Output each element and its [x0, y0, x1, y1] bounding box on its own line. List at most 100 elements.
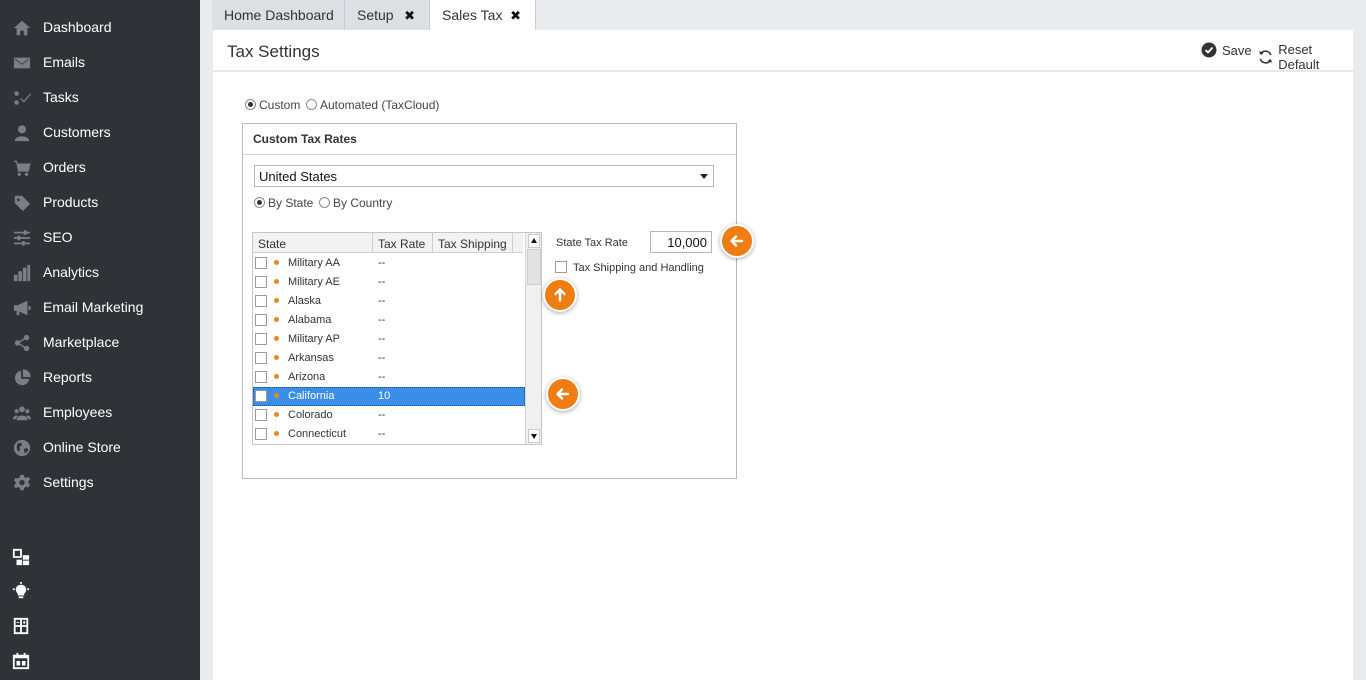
table-row[interactable]: Connecticut -- [253, 425, 525, 444]
sidebar-item-analytics[interactable]: Analytics [0, 255, 200, 290]
row-state: Arkansas [288, 352, 334, 364]
scroll-up-icon[interactable] [528, 234, 540, 248]
by-country-radio[interactable] [319, 197, 330, 209]
panel-title: Custom Tax Rates [253, 132, 357, 146]
callout-arrow-left-icon [720, 224, 754, 258]
tab-sales-tax[interactable]: Sales Tax ✖ [430, 0, 536, 30]
sidebar-item-settings[interactable]: Settings [0, 465, 200, 500]
lightbulb-icon[interactable] [11, 581, 31, 601]
status-dot-icon [274, 279, 279, 284]
sidebar-item-label: Emails [43, 54, 86, 70]
by-state-radio[interactable] [254, 197, 265, 209]
row-checkbox[interactable] [255, 276, 267, 288]
row-checkbox[interactable] [255, 257, 267, 269]
sidebar-item-online-store[interactable]: Online Store [0, 430, 200, 465]
person-icon [12, 123, 32, 143]
sidebar-item-orders[interactable]: Orders [0, 150, 200, 185]
table-row[interactable]: Alabama -- [253, 311, 525, 330]
mode-automated-option[interactable]: Automated (TaxCloud) [306, 96, 439, 112]
sidebar-item-email-marketing[interactable]: Email Marketing [0, 290, 200, 325]
status-dot-icon [274, 431, 279, 436]
scroll-down-icon[interactable] [528, 429, 540, 443]
grid-scrollbar[interactable] [525, 233, 541, 444]
sidebar-item-label: Tasks [43, 89, 79, 105]
custom-radio[interactable] [245, 99, 256, 111]
sidebar-item-label: SEO [43, 229, 73, 245]
by-state-option[interactable]: By State [254, 194, 313, 210]
table-row[interactable]: Military AE -- [253, 273, 525, 292]
tab-label: Home Dashboard [224, 7, 334, 23]
table-row[interactable]: Military AP -- [253, 330, 525, 349]
sidebar-item-products[interactable]: Products [0, 185, 200, 220]
row-state: Alaska [288, 295, 322, 307]
sidebar-item-tasks[interactable]: Tasks [0, 80, 200, 115]
sidebar-item-reports[interactable]: Reports [0, 360, 200, 395]
mode-custom-option[interactable]: Custom [245, 96, 300, 112]
group-icon [12, 403, 32, 423]
sidebar-item-employees[interactable]: Employees [0, 395, 200, 430]
sidebar-item-customers[interactable]: Customers [0, 115, 200, 150]
sidebar-item-marketplace[interactable]: Marketplace [0, 325, 200, 360]
sidebar-item-emails[interactable]: Emails [0, 45, 200, 80]
row-rate: -- [378, 314, 386, 326]
row-checkbox[interactable] [255, 333, 267, 345]
tab-label: Sales Tax [442, 7, 503, 23]
tab-home-dashboard[interactable]: Home Dashboard [212, 0, 345, 30]
check-circle-icon [1201, 42, 1217, 58]
row-checkbox[interactable] [255, 371, 267, 383]
table-row[interactable]: Military AA -- [253, 254, 525, 273]
row-rate: -- [378, 295, 386, 307]
callout-arrow-left-icon [546, 377, 580, 411]
table-row[interactable]: Arkansas -- [253, 349, 525, 368]
calendar-icon[interactable] [11, 651, 31, 671]
calculator-icon[interactable] [11, 616, 31, 636]
by-state-label: By State [268, 195, 314, 210]
tax-shipping-checkbox[interactable] [555, 261, 567, 273]
row-checkbox[interactable] [255, 352, 267, 364]
country-select[interactable]: United States [254, 165, 714, 187]
status-dot-icon [274, 317, 279, 322]
column-header-tax-shipping[interactable]: Tax Shipping [433, 233, 513, 253]
save-button[interactable]: Save [1201, 42, 1252, 58]
widgets-icon[interactable] [11, 547, 31, 567]
table-row[interactable]: Arizona -- [253, 368, 525, 387]
pie-chart-icon [12, 368, 32, 388]
row-checkbox[interactable] [255, 314, 267, 326]
sidebar-item-seo[interactable]: SEO [0, 220, 200, 255]
refresh-icon [1258, 50, 1273, 64]
row-checkbox[interactable] [255, 390, 267, 402]
state-tax-rate-input[interactable]: 10,000 [650, 231, 712, 253]
close-icon[interactable]: ✖ [510, 8, 521, 24]
table-row-selected[interactable]: California 10 [253, 387, 525, 406]
tab-setup[interactable]: Setup ✖ [345, 0, 430, 30]
cart-icon [12, 158, 32, 178]
panel-divider [243, 154, 736, 155]
row-state: Military AA [288, 257, 340, 269]
row-checkbox[interactable] [255, 409, 267, 421]
row-rate: -- [378, 333, 386, 345]
row-checkbox[interactable] [255, 295, 267, 307]
table-row[interactable]: Alaska -- [253, 292, 525, 311]
by-country-option[interactable]: By Country [319, 194, 392, 210]
close-icon[interactable]: ✖ [404, 8, 415, 24]
save-label: Save [1222, 42, 1252, 58]
row-checkbox[interactable] [255, 428, 267, 440]
automated-radio[interactable] [306, 99, 317, 111]
share-icon [12, 333, 32, 353]
gear-icon [12, 473, 32, 493]
state-tax-grid: State Tax Rate Tax Shipping Military AA -… [252, 232, 542, 445]
sliders-icon [12, 228, 32, 248]
chevron-down-icon [700, 174, 708, 179]
page-header: Tax Settings Save Reset Default [213, 30, 1353, 72]
scroll-thumb[interactable] [527, 249, 541, 285]
sidebar-item-label: Email Marketing [43, 299, 144, 315]
reset-default-button[interactable]: Reset Default [1258, 42, 1353, 72]
column-header-state[interactable]: State [253, 233, 373, 253]
row-state: California [288, 390, 335, 402]
table-row[interactable]: Colorado -- [253, 406, 525, 425]
custom-label: Custom [259, 97, 301, 112]
column-header-tax-rate[interactable]: Tax Rate [373, 233, 433, 253]
sidebar-item-dashboard[interactable]: Dashboard [0, 10, 200, 45]
row-rate: -- [378, 352, 386, 364]
row-state: Military AP [288, 333, 340, 345]
